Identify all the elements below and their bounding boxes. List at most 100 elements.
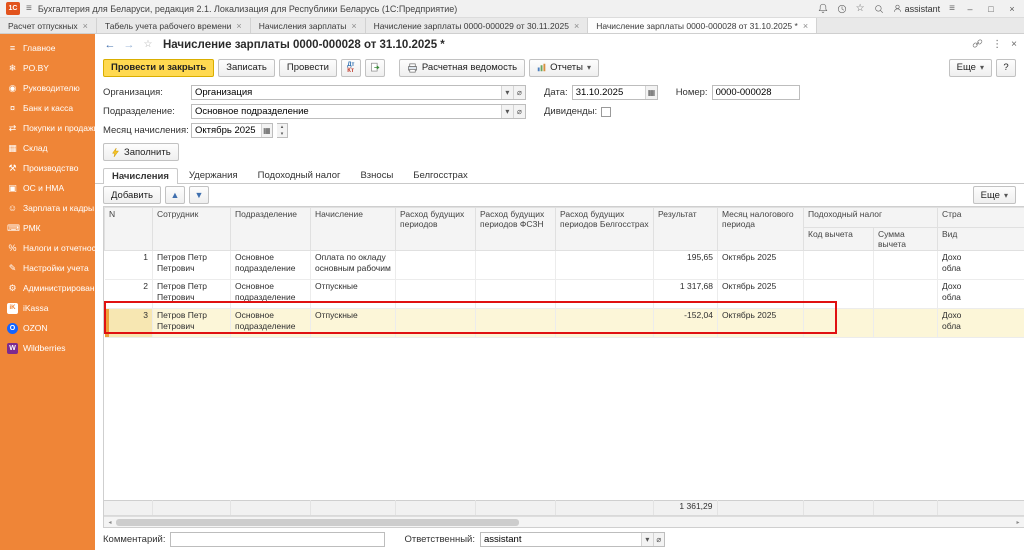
date-input[interactable]	[573, 86, 646, 99]
cell-department[interactable]: Основное подразделение	[231, 309, 311, 338]
col-header-n[interactable]: N	[105, 208, 153, 251]
sidebar-item-salary-hr[interactable]: ☺Зарплата и кадры	[0, 198, 95, 218]
cell-income-kind[interactable]: Дохо обла	[938, 309, 1024, 338]
cell-deduction-sum[interactable]	[874, 251, 938, 280]
comment-input[interactable]	[171, 533, 384, 546]
cell-accrual[interactable]: Отпускные	[311, 309, 396, 338]
responsible-field[interactable]: ▾ ⌀	[480, 532, 665, 547]
close-window-button[interactable]: ×	[1006, 4, 1018, 14]
pay-sheet-button[interactable]: Расчетная ведомость	[399, 59, 525, 77]
department-field[interactable]: ▾ ⌀	[191, 104, 526, 119]
cell-rbp-fszn[interactable]	[476, 280, 556, 309]
sidebar-item-ikassa[interactable]: iKiKassa	[0, 298, 95, 318]
sidebar-item-po-by[interactable]: ❄PO.BY	[0, 58, 95, 78]
col-header-rbp-fszn[interactable]: Расход будущих периодов ФСЗН	[476, 208, 556, 251]
minimize-button[interactable]: –	[964, 4, 976, 14]
write-button[interactable]: Записать	[218, 59, 275, 77]
number-field[interactable]	[712, 85, 800, 100]
cell-accrual[interactable]: Отпускные	[311, 280, 396, 309]
col-header-income-kind[interactable]: Вид	[938, 228, 1024, 251]
choose-dropdown-icon[interactable]: ▾	[641, 533, 652, 546]
col-group-insurance[interactable]: Стра	[938, 208, 1024, 228]
post-button[interactable]: Провести	[279, 59, 337, 77]
cell-tax-month[interactable]: Октябрь 2025	[718, 251, 804, 280]
table-row-selected[interactable]: 3 Петров Петр Петрович Основное подразде…	[105, 309, 1024, 338]
col-header-employee[interactable]: Сотрудник	[153, 208, 231, 251]
tab-vacation-calc[interactable]: Расчет отпускных ×	[0, 18, 97, 33]
accrual-month-input[interactable]	[192, 124, 261, 137]
sidebar-item-administration[interactable]: ⚙Администрирование	[0, 278, 95, 298]
grid-more-button[interactable]: Еще▾	[973, 186, 1016, 204]
reports-button[interactable]: Отчеты ▾	[529, 59, 599, 77]
col-header-department[interactable]: Подразделение	[231, 208, 311, 251]
month-spinner[interactable]: ▴ ▾	[277, 123, 288, 138]
choose-dropdown-icon[interactable]: ▾	[501, 86, 513, 99]
department-input[interactable]	[192, 105, 501, 118]
page-tab-deductions[interactable]: Удержания	[180, 167, 247, 183]
help-button[interactable]: ?	[996, 59, 1016, 77]
search-icon[interactable]	[874, 4, 884, 14]
accrual-month-field[interactable]: ▦	[191, 123, 273, 138]
cell-rbp-fszn[interactable]	[476, 251, 556, 280]
tab-close-icon[interactable]: ×	[351, 21, 356, 31]
calendar-icon[interactable]: ▦	[645, 86, 656, 99]
col-header-deduction-code[interactable]: Код вычета	[804, 228, 874, 251]
main-menu-icon[interactable]: ≡	[26, 4, 32, 14]
tab-close-icon[interactable]: ×	[236, 21, 241, 31]
service-menu-icon[interactable]: ≡	[949, 4, 955, 14]
tab-close-icon[interactable]: ×	[83, 21, 88, 31]
open-ref-icon[interactable]: ⌀	[513, 105, 525, 118]
col-header-rbp[interactable]: Расход будущих периодов	[396, 208, 476, 251]
more-button[interactable]: Еще▾	[949, 59, 992, 77]
sidebar-item-bank-cash[interactable]: ¤Банк и касса	[0, 98, 95, 118]
move-row-down-button[interactable]: ▼	[189, 186, 209, 204]
notifications-icon[interactable]	[818, 3, 828, 14]
tab-payroll-list[interactable]: Начисления зарплаты ×	[251, 18, 366, 33]
page-tab-belgosstrakh[interactable]: Белгосстрах	[404, 167, 476, 183]
cell-employee[interactable]: Петров Петр Петрович	[153, 251, 231, 280]
sidebar-item-purchases-sales[interactable]: ⇄Покупки и продажи	[0, 118, 95, 138]
sidebar-item-production[interactable]: ⚒Производство	[0, 158, 95, 178]
col-header-result[interactable]: Результат	[654, 208, 718, 251]
close-document-icon[interactable]: ×	[1011, 40, 1017, 50]
cell-accrual[interactable]: Оплата по окладу основным рабочим	[311, 251, 396, 280]
cell-result[interactable]: -152,04	[654, 309, 718, 338]
back-button[interactable]: ←	[102, 39, 118, 51]
cell-n[interactable]: 3	[105, 309, 153, 338]
comment-field[interactable]	[170, 532, 385, 547]
tab-close-icon[interactable]: ×	[574, 21, 579, 31]
page-tab-income-tax[interactable]: Подоходный налог	[249, 167, 350, 183]
col-header-deduction-sum[interactable]: Сумма вычета	[874, 228, 938, 251]
cell-n[interactable]: 1	[105, 251, 153, 280]
col-header-accrual[interactable]: Начисление	[311, 208, 396, 251]
spin-down-icon[interactable]: ▾	[277, 131, 287, 138]
table-row[interactable]: 2 Петров Петр Петрович Основное подразде…	[105, 280, 1024, 309]
cell-result[interactable]: 1 317,68	[654, 280, 718, 309]
organization-field[interactable]: ▾ ⌀	[191, 85, 526, 100]
more-kebab-icon[interactable]: ⋮	[992, 40, 1002, 50]
cell-tax-month[interactable]: Октябрь 2025	[718, 309, 804, 338]
cell-income-kind[interactable]: Дохо обла	[938, 251, 1024, 280]
col-group-income-tax[interactable]: Подоходный налог	[804, 208, 938, 228]
cell-employee[interactable]: Петров Петр Петрович	[153, 280, 231, 309]
fill-button[interactable]: Заполнить	[103, 143, 179, 161]
cell-employee[interactable]: Петров Петр Петрович	[153, 309, 231, 338]
forward-button[interactable]: →	[121, 39, 137, 51]
sidebar-item-rmk[interactable]: ⌨РМК	[0, 218, 95, 238]
date-field[interactable]: ▦	[572, 85, 658, 100]
cell-deduction-sum[interactable]	[874, 280, 938, 309]
get-link-icon[interactable]	[972, 38, 983, 52]
number-input[interactable]	[713, 86, 799, 99]
cell-result[interactable]: 195,65	[654, 251, 718, 280]
sidebar-item-fixed-assets[interactable]: ▣ОС и НМА	[0, 178, 95, 198]
cell-deduction-code[interactable]	[804, 280, 874, 309]
sidebar-item-accounting-settings[interactable]: ✎Настройки учета	[0, 258, 95, 278]
sidebar-item-ozon[interactable]: OOZON	[0, 318, 95, 338]
cell-income-kind[interactable]: Дохо обла	[938, 280, 1024, 309]
tab-timesheet[interactable]: Табель учета рабочего времени ×	[97, 18, 251, 33]
scroll-right-icon[interactable]: ▸	[1012, 519, 1024, 526]
create-based-on-button[interactable]	[365, 59, 385, 77]
choose-dropdown-icon[interactable]: ▾	[501, 105, 513, 118]
cell-rbp-fszn[interactable]	[476, 309, 556, 338]
add-to-favorites-star-icon[interactable]: ☆	[140, 39, 156, 50]
